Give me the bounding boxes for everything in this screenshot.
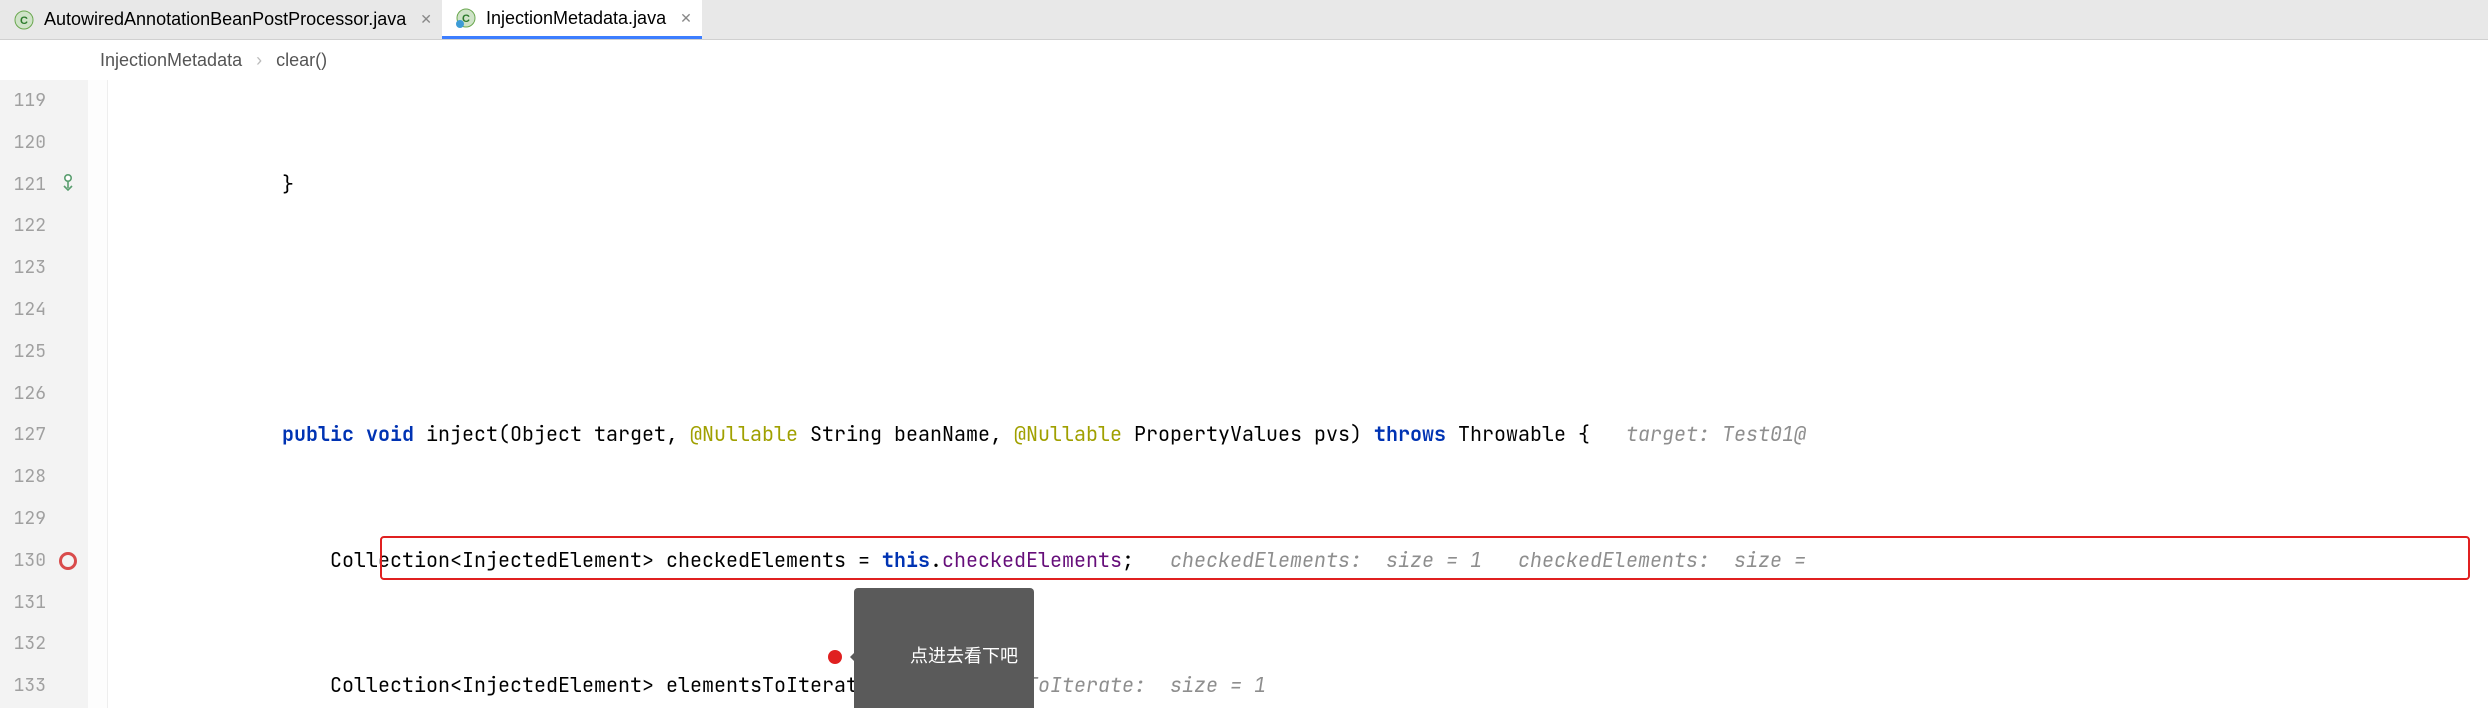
annotation-callout: 点进去看下吧 [828, 588, 1034, 708]
breadcrumb: InjectionMetadata › clear() [0, 40, 2488, 80]
tab-file-1[interactable]: C AutowiredAnnotationBeanPostProcessor.j… [0, 0, 442, 39]
code-line [108, 289, 2488, 331]
code-editor[interactable]: 119 120 121 122 123 124 125 126 127 128 … [0, 80, 2488, 708]
fold-column[interactable] [88, 80, 108, 708]
code-line: } [108, 164, 2488, 206]
code-line: Collection<InjectedElement> elementsToIt… [108, 665, 2488, 707]
close-icon[interactable]: ✕ [680, 10, 692, 27]
callout-dot-icon [828, 650, 842, 664]
tab-file-2[interactable]: C InjectionMetadata.java ✕ [442, 0, 702, 39]
code-line: Collection<InjectedElement> checkedEleme… [108, 540, 2488, 582]
breakpoint-icon[interactable] [59, 552, 77, 570]
implements-icon[interactable] [59, 171, 77, 197]
gutter-markers [48, 80, 88, 707]
callout-bubble: 点进去看下吧 [854, 588, 1034, 708]
svg-text:C: C [20, 15, 28, 27]
close-icon[interactable]: ✕ [420, 11, 432, 28]
code-area[interactable]: } public void inject(Object target, @Nul… [108, 80, 2488, 708]
java-class-icon: C [14, 10, 34, 30]
tab-label: AutowiredAnnotationBeanPostProcessor.jav… [44, 9, 406, 30]
breadcrumb-method[interactable]: clear() [276, 50, 327, 71]
tab-label: InjectionMetadata.java [486, 8, 666, 29]
java-class-icon: C [456, 8, 476, 28]
breadcrumb-class[interactable]: InjectionMetadata [100, 50, 242, 71]
code-line: public void inject(Object target, @Nulla… [108, 414, 2488, 456]
editor-tabs-bar: C AutowiredAnnotationBeanPostProcessor.j… [0, 0, 2488, 40]
chevron-right-icon: › [256, 50, 262, 71]
